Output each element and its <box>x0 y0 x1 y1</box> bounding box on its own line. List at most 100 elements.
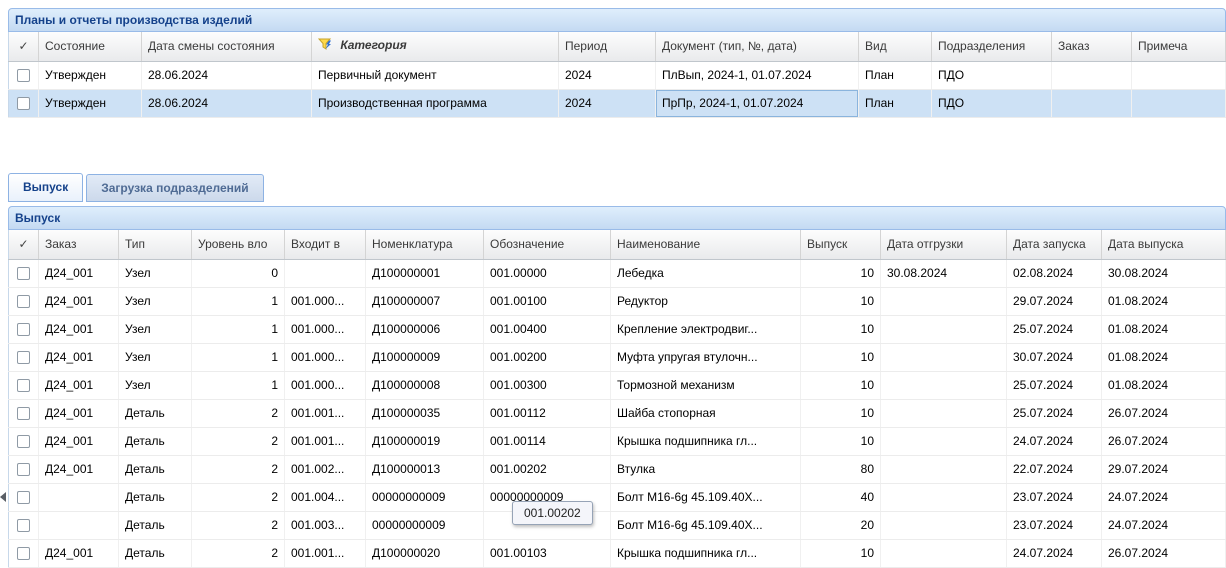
cell-launch_date[interactable]: 25.07.2024 <box>1007 371 1102 399</box>
cell-name[interactable]: Муфта упругая втулочн... <box>611 343 801 371</box>
cell-ship_date[interactable] <box>881 371 1007 399</box>
cell-designation[interactable]: 001.00114 <box>484 427 611 455</box>
cell-order[interactable] <box>1052 61 1132 89</box>
cell-designation[interactable]: 001.00400 <box>484 315 611 343</box>
cell-launch_date[interactable]: 22.07.2024 <box>1007 455 1102 483</box>
cell-parent[interactable]: 001.000... <box>285 315 366 343</box>
column-header-name[interactable]: Наименование <box>611 230 801 259</box>
cell-type[interactable]: Деталь <box>119 483 192 511</box>
cell-parent[interactable]: 001.000... <box>285 287 366 315</box>
cell-level[interactable]: 0 <box>192 259 285 287</box>
cell-nomenclature[interactable]: Д100000019 <box>366 427 484 455</box>
cell-type[interactable]: Узел <box>119 371 192 399</box>
cell-document[interactable]: ПрПр, 2024-1, 01.07.2024 <box>656 89 859 117</box>
row-checkbox[interactable] <box>17 351 30 364</box>
table-row[interactable]: Д24_001Узел1001.000...Д100000007001.0010… <box>9 287 1226 315</box>
column-header-kind[interactable]: Вид <box>859 32 932 61</box>
column-header-level[interactable]: Уровень вло <box>192 230 285 259</box>
cell-level[interactable]: 2 <box>192 455 285 483</box>
cell-nomenclature[interactable]: 00000000009 <box>366 511 484 539</box>
cell-type[interactable]: Деталь <box>119 511 192 539</box>
cell-nomenclature[interactable]: Д100000009 <box>366 343 484 371</box>
row-checkbox[interactable] <box>17 491 30 504</box>
cell-nomenclature[interactable]: Д100000001 <box>366 259 484 287</box>
cell-parent[interactable]: 001.004... <box>285 483 366 511</box>
cell-order[interactable]: Д24_001 <box>39 455 119 483</box>
cell-release_date[interactable]: 30.08.2024 <box>1102 259 1226 287</box>
cell-order[interactable] <box>1052 89 1132 117</box>
cell-level[interactable]: 2 <box>192 427 285 455</box>
column-header-category[interactable]: Категория <box>312 32 559 61</box>
cell-designation[interactable]: 001.00000 <box>484 259 611 287</box>
cell-period[interactable]: 2024 <box>559 61 656 89</box>
column-header-state[interactable]: Состояние <box>39 32 142 61</box>
cell-release_date[interactable]: 26.07.2024 <box>1102 427 1226 455</box>
cell-order[interactable]: Д24_001 <box>39 539 119 567</box>
cell-release_date[interactable]: 26.07.2024 <box>1102 399 1226 427</box>
cell-nomenclature[interactable]: 00000000009 <box>366 483 484 511</box>
cell-note[interactable] <box>1132 89 1226 117</box>
splitter-collapse-icon[interactable] <box>0 492 6 502</box>
cell-output[interactable]: 80 <box>801 455 881 483</box>
cell-designation[interactable]: 001.00100 <box>484 287 611 315</box>
cell-nomenclature[interactable]: Д100000007 <box>366 287 484 315</box>
cell-state[interactable]: Утвержден <box>39 61 142 89</box>
cell-order[interactable]: Д24_001 <box>39 287 119 315</box>
cell-department[interactable]: ПДО <box>932 61 1052 89</box>
row-checkbox[interactable] <box>17 463 30 476</box>
select-all-header[interactable]: ✓ <box>9 230 39 259</box>
cell-type[interactable]: Деталь <box>119 455 192 483</box>
column-header-state-date[interactable]: Дата смены состояния <box>142 32 312 61</box>
cell-type[interactable]: Узел <box>119 259 192 287</box>
cell-parent[interactable]: 001.001... <box>285 399 366 427</box>
cell-release_date[interactable]: 01.08.2024 <box>1102 287 1226 315</box>
column-header-note[interactable]: Примеча <box>1132 32 1226 61</box>
cell-name[interactable]: Редуктор <box>611 287 801 315</box>
cell-order[interactable]: Д24_001 <box>39 371 119 399</box>
cell-parent[interactable]: 001.000... <box>285 343 366 371</box>
cell-release_date[interactable]: 01.08.2024 <box>1102 343 1226 371</box>
cell-type[interactable]: Узел <box>119 343 192 371</box>
cell-state[interactable]: Утвержден <box>39 89 142 117</box>
cell-note[interactable] <box>1132 61 1226 89</box>
cell-level[interactable]: 1 <box>192 315 285 343</box>
cell-designation[interactable]: 001.00200 <box>484 343 611 371</box>
cell-ship_date[interactable] <box>881 539 1007 567</box>
cell-name[interactable]: Лебедка <box>611 259 801 287</box>
row-checkbox[interactable] <box>17 519 30 532</box>
cell-name[interactable]: Крепление электродвиг... <box>611 315 801 343</box>
cell-ship_date[interactable] <box>881 287 1007 315</box>
table-row[interactable]: Д24_001Деталь2001.002...Д100000013001.00… <box>9 455 1226 483</box>
table-row[interactable]: Д24_001Деталь2001.001...Д100000035001.00… <box>9 399 1226 427</box>
row-checkbox[interactable] <box>17 267 30 280</box>
cell-output[interactable]: 40 <box>801 483 881 511</box>
cell-release_date[interactable]: 26.07.2024 <box>1102 539 1226 567</box>
cell-release_date[interactable]: 24.07.2024 <box>1102 511 1226 539</box>
column-header-order[interactable]: Заказ <box>39 230 119 259</box>
cell-order[interactable]: Д24_001 <box>39 315 119 343</box>
table-row[interactable]: Д24_001Деталь2001.001...Д100000020001.00… <box>9 539 1226 567</box>
tab-vypusk[interactable]: Выпуск <box>8 173 83 202</box>
cell-output[interactable]: 10 <box>801 315 881 343</box>
cell-parent[interactable]: 001.003... <box>285 511 366 539</box>
cell-category[interactable]: Первичный документ <box>312 61 559 89</box>
cell-output[interactable]: 10 <box>801 371 881 399</box>
cell-level[interactable]: 2 <box>192 539 285 567</box>
table-row[interactable]: Д24_001Узел0Д100000001001.00000Лебедка10… <box>9 259 1226 287</box>
cell-parent[interactable]: 001.001... <box>285 539 366 567</box>
table-row[interactable]: Деталь2001.003...00000000009Болт М16-6g … <box>9 511 1226 539</box>
row-checkbox[interactable] <box>17 435 30 448</box>
select-all-header[interactable]: ✓ <box>9 32 39 61</box>
cell-output[interactable]: 10 <box>801 259 881 287</box>
cell-launch_date[interactable]: 29.07.2024 <box>1007 287 1102 315</box>
cell-launch_date[interactable]: 25.07.2024 <box>1007 399 1102 427</box>
row-checkbox[interactable] <box>17 323 30 336</box>
cell-order[interactable]: Д24_001 <box>39 427 119 455</box>
cell-release_date[interactable]: 24.07.2024 <box>1102 483 1226 511</box>
cell-designation[interactable]: 001.00112 <box>484 399 611 427</box>
row-checkbox[interactable] <box>17 379 30 392</box>
cell-parent[interactable]: 001.001... <box>285 427 366 455</box>
cell-nomenclature[interactable]: Д100000006 <box>366 315 484 343</box>
cell-output[interactable]: 20 <box>801 511 881 539</box>
cell-ship_date[interactable] <box>881 511 1007 539</box>
